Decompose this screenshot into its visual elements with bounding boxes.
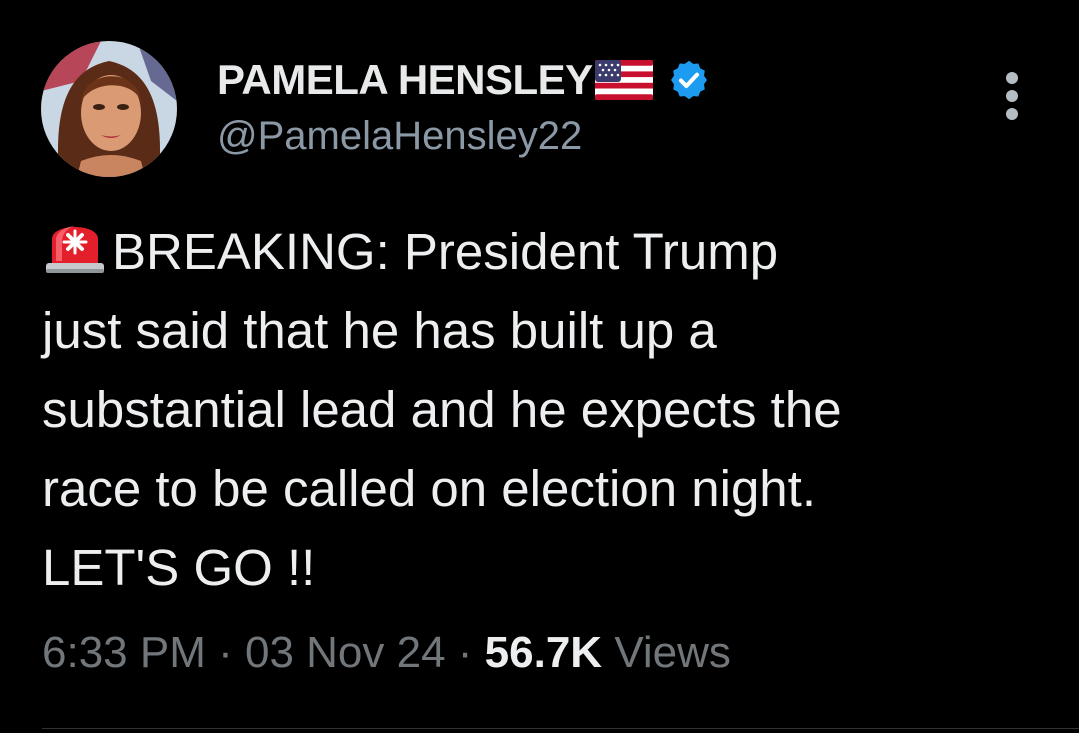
avatar[interactable] [41, 41, 177, 177]
avatar-image [41, 41, 177, 177]
more-dot-icon [1006, 108, 1018, 120]
more-dot-icon [1006, 90, 1018, 102]
divider [42, 728, 1079, 729]
tweet-line-1-text: BREAKING: President Trump [112, 223, 779, 280]
us-flag-icon [594, 60, 653, 100]
meta-separator: · [205, 628, 245, 677]
tweet-line-5: LET'S GO !! [42, 539, 316, 596]
tweet-line-3: substantial lead and he expects the [42, 381, 842, 438]
views-count[interactable]: 56.7K [485, 628, 602, 677]
author-handle[interactable]: @PamelaHensley22 [217, 114, 582, 159]
views-label: Views [602, 628, 731, 677]
tweet-text: BREAKING: President Trump just said that… [42, 212, 1062, 607]
tweet-line-2: just said that he has built up a [42, 302, 717, 359]
verified-badge-icon [670, 60, 707, 100]
tweet-date[interactable]: 03 Nov 24 [245, 628, 446, 677]
tweet-meta: 6:33 PM · 03 Nov 24 · 56.7K Views [42, 628, 731, 678]
tweet-line-1: BREAKING: President Trump [42, 212, 1062, 291]
author-name-row[interactable]: PAMELA HENSLEY [217, 52, 711, 108]
display-name[interactable]: PAMELA HENSLEY [217, 56, 593, 104]
meta-separator: · [445, 628, 485, 677]
siren-icon [46, 226, 104, 273]
tweet-line-4: race to be called on election night. [42, 460, 817, 517]
more-dot-icon [1006, 72, 1018, 84]
tweet: PAMELA HENSLEY @PamelaHensley22 BREAKING… [0, 0, 1079, 733]
more-options-button[interactable] [998, 70, 1028, 120]
tweet-time[interactable]: 6:33 PM [42, 628, 206, 677]
